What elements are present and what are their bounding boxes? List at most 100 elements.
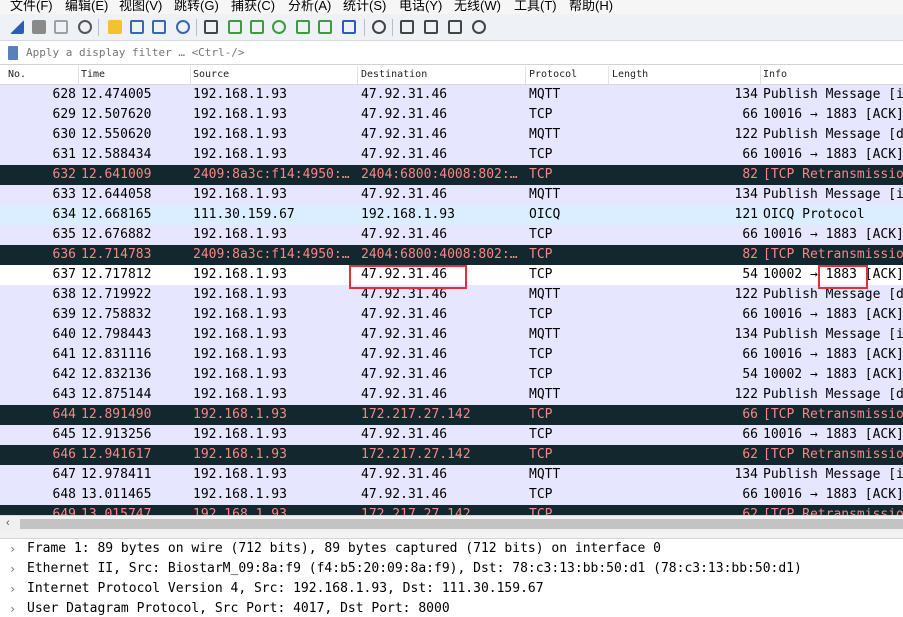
packet-row[interactable]: 647 12.978411 192.168.1.93 47.92.31.46 MQTT 1… xyxy=(0,465,903,485)
packet-time: 12.798443 xyxy=(81,327,152,342)
packet-src: 192.168.1.93 xyxy=(193,307,287,322)
detail-text: Frame 1: 89 bytes on wire (712 bits), 89… xyxy=(27,541,661,556)
save-file-button[interactable] xyxy=(128,18,146,36)
packet-row[interactable]: 630 12.550620 192.168.1.93 47.92.31.46 MQTT 1… xyxy=(0,125,903,145)
menu-item[interactable]: 统计(S) xyxy=(343,0,386,14)
open-file-button[interactable] xyxy=(106,18,124,36)
resize-columns-button[interactable] xyxy=(470,18,488,36)
menu-item[interactable]: 跳转(G) xyxy=(174,0,219,14)
packet-no: 640 xyxy=(52,327,76,342)
last-packet-button[interactable] xyxy=(316,18,334,36)
column-header[interactable]: No. xyxy=(8,69,26,80)
first-packet-button[interactable] xyxy=(294,18,312,36)
menu-item[interactable]: 编辑(E) xyxy=(65,0,108,14)
horizontal-scrollbar[interactable]: ‹ xyxy=(0,515,903,531)
expand-chevron-icon[interactable]: › xyxy=(9,579,16,599)
packet-row[interactable]: 648 13.011465 192.168.1.93 47.92.31.46 TCP 66… xyxy=(0,485,903,505)
packet-info: Publish Message [i xyxy=(763,327,903,342)
column-header[interactable]: Protocol xyxy=(529,69,577,80)
find-packet-button[interactable] xyxy=(202,18,220,36)
packet-row[interactable]: 636 12.714783 2409:8a3c:f14:4950:… 2404:680… xyxy=(0,245,903,265)
menu-item[interactable]: 无线(W) xyxy=(454,0,501,14)
packet-row[interactable]: 632 12.641009 2409:8a3c:f14:4950:… 2404:680… xyxy=(0,165,903,185)
packet-no: 638 xyxy=(52,287,76,302)
scrollbar-thumb[interactable] xyxy=(20,519,903,529)
scroll-left-icon[interactable]: ‹ xyxy=(6,517,10,529)
packet-row[interactable]: 642 12.832136 192.168.1.93 47.92.31.46 TCP 54… xyxy=(0,365,903,385)
expand-chevron-icon[interactable]: › xyxy=(9,559,16,579)
zoom-normal-icon xyxy=(448,20,462,34)
column-divider[interactable] xyxy=(78,66,79,84)
autoscroll-button[interactable] xyxy=(340,18,358,36)
packet-no: 647 xyxy=(52,467,76,482)
packet-no: 643 xyxy=(52,387,76,402)
column-header[interactable]: Length xyxy=(612,69,648,80)
column-divider[interactable] xyxy=(525,66,526,84)
column-header[interactable]: Source xyxy=(193,69,229,80)
column-header[interactable]: Info xyxy=(763,69,787,80)
packet-info: Publish Message [i xyxy=(763,187,903,202)
packet-src: 192.168.1.93 xyxy=(193,127,287,142)
colorize-button[interactable] xyxy=(370,18,388,36)
go-back-button[interactable] xyxy=(226,18,244,36)
menu-item[interactable]: 文件(F) xyxy=(10,0,53,14)
packet-row[interactable]: 643 12.875144 192.168.1.93 47.92.31.46 MQTT 1… xyxy=(0,385,903,405)
expand-chevron-icon[interactable]: › xyxy=(9,599,16,617)
column-header[interactable]: Destination xyxy=(361,69,427,80)
menu-item[interactable]: 帮助(H) xyxy=(569,0,613,14)
packet-row[interactable]: 649 13.015747 192.168.1.93 172.217.27.142 TC… xyxy=(0,505,903,515)
reload-file-button[interactable] xyxy=(174,18,192,36)
shark-fin-start-button[interactable] xyxy=(8,18,26,36)
packet-row[interactable]: 631 12.588434 192.168.1.93 47.92.31.46 TCP 66… xyxy=(0,145,903,165)
packet-time: 12.875144 xyxy=(81,387,152,402)
packet-row[interactable]: 635 12.676882 192.168.1.93 47.92.31.46 TCP 66… xyxy=(0,225,903,245)
packet-row[interactable]: 637 12.717812 192.168.1.93 47.92.31.46 TCP 54… xyxy=(0,265,903,285)
menu-item[interactable]: 视图(V) xyxy=(119,0,162,14)
menu-item[interactable]: 捕获(C) xyxy=(231,0,275,14)
menu-item[interactable]: 分析(A) xyxy=(288,0,331,14)
close-file-button[interactable] xyxy=(150,18,168,36)
packet-row[interactable]: 638 12.719922 192.168.1.93 47.92.31.46 MQTT 1… xyxy=(0,285,903,305)
packet-row[interactable]: 633 12.644058 192.168.1.93 47.92.31.46 MQTT 1… xyxy=(0,185,903,205)
packet-no: 641 xyxy=(52,347,76,362)
packet-row[interactable]: 646 12.941617 192.168.1.93 172.217.27.142 TC… xyxy=(0,445,903,465)
packet-info: Publish Message [i xyxy=(763,87,903,102)
packet-row[interactable]: 645 12.913256 192.168.1.93 47.92.31.46 TCP 66… xyxy=(0,425,903,445)
packet-dst: 172.217.27.142 xyxy=(361,447,471,462)
expand-chevron-icon[interactable]: › xyxy=(9,539,16,559)
capture-options-button[interactable] xyxy=(76,18,94,36)
packet-info: Publish Message [i xyxy=(763,467,903,482)
detail-tree-item[interactable]: › User Datagram Protocol, Src Port: 4017,… xyxy=(0,599,903,617)
packet-row[interactable]: 640 12.798443 192.168.1.93 47.92.31.46 MQTT 1… xyxy=(0,325,903,345)
packet-no: 630 xyxy=(52,127,76,142)
menu-item[interactable]: 电话(Y) xyxy=(399,0,442,14)
display-filter-input[interactable] xyxy=(26,44,896,61)
column-header[interactable]: Time xyxy=(81,69,105,80)
column-divider[interactable] xyxy=(608,66,609,84)
go-to-packet-button[interactable] xyxy=(270,18,288,36)
zoom-in-button[interactable] xyxy=(398,18,416,36)
zoom-normal-button[interactable] xyxy=(446,18,464,36)
restart-capture-button[interactable] xyxy=(52,18,70,36)
detail-tree-item[interactable]: › Internet Protocol Version 4, Src: 192.1… xyxy=(0,579,903,599)
packet-row[interactable]: 639 12.758832 192.168.1.93 47.92.31.46 TCP 66… xyxy=(0,305,903,325)
packet-row[interactable]: 634 12.668165 111.30.159.67 192.168.1.93 OIC… xyxy=(0,205,903,225)
go-forward-button[interactable] xyxy=(248,18,266,36)
column-divider[interactable] xyxy=(760,66,761,84)
column-divider[interactable] xyxy=(357,66,358,84)
packet-row[interactable]: 628 12.474005 192.168.1.93 47.92.31.46 MQTT 1… xyxy=(0,85,903,105)
detail-tree-item[interactable]: › Frame 1: 89 bytes on wire (712 bits), 8… xyxy=(0,539,903,559)
bookmark-icon[interactable] xyxy=(8,46,18,60)
packet-row[interactable]: 641 12.831116 192.168.1.93 47.92.31.46 TCP 66… xyxy=(0,345,903,365)
detail-tree-item[interactable]: › Ethernet II, Src: BiostarM_09:8a:f9 (f4… xyxy=(0,559,903,579)
stop-capture-button[interactable] xyxy=(30,18,48,36)
packet-time: 12.588434 xyxy=(81,147,152,162)
packet-row[interactable]: 644 12.891490 192.168.1.93 172.217.27.142 TC… xyxy=(0,405,903,425)
zoom-out-button[interactable] xyxy=(422,18,440,36)
pane-splitter[interactable] xyxy=(0,531,903,539)
packet-proto: TCP xyxy=(529,167,553,182)
column-divider[interactable] xyxy=(190,66,191,84)
packet-row[interactable]: 629 12.507620 192.168.1.93 47.92.31.46 TCP 66… xyxy=(0,105,903,125)
packet-info: 10016 → 1883 [ACK] xyxy=(763,487,903,502)
menu-item[interactable]: 工具(T) xyxy=(514,0,557,14)
